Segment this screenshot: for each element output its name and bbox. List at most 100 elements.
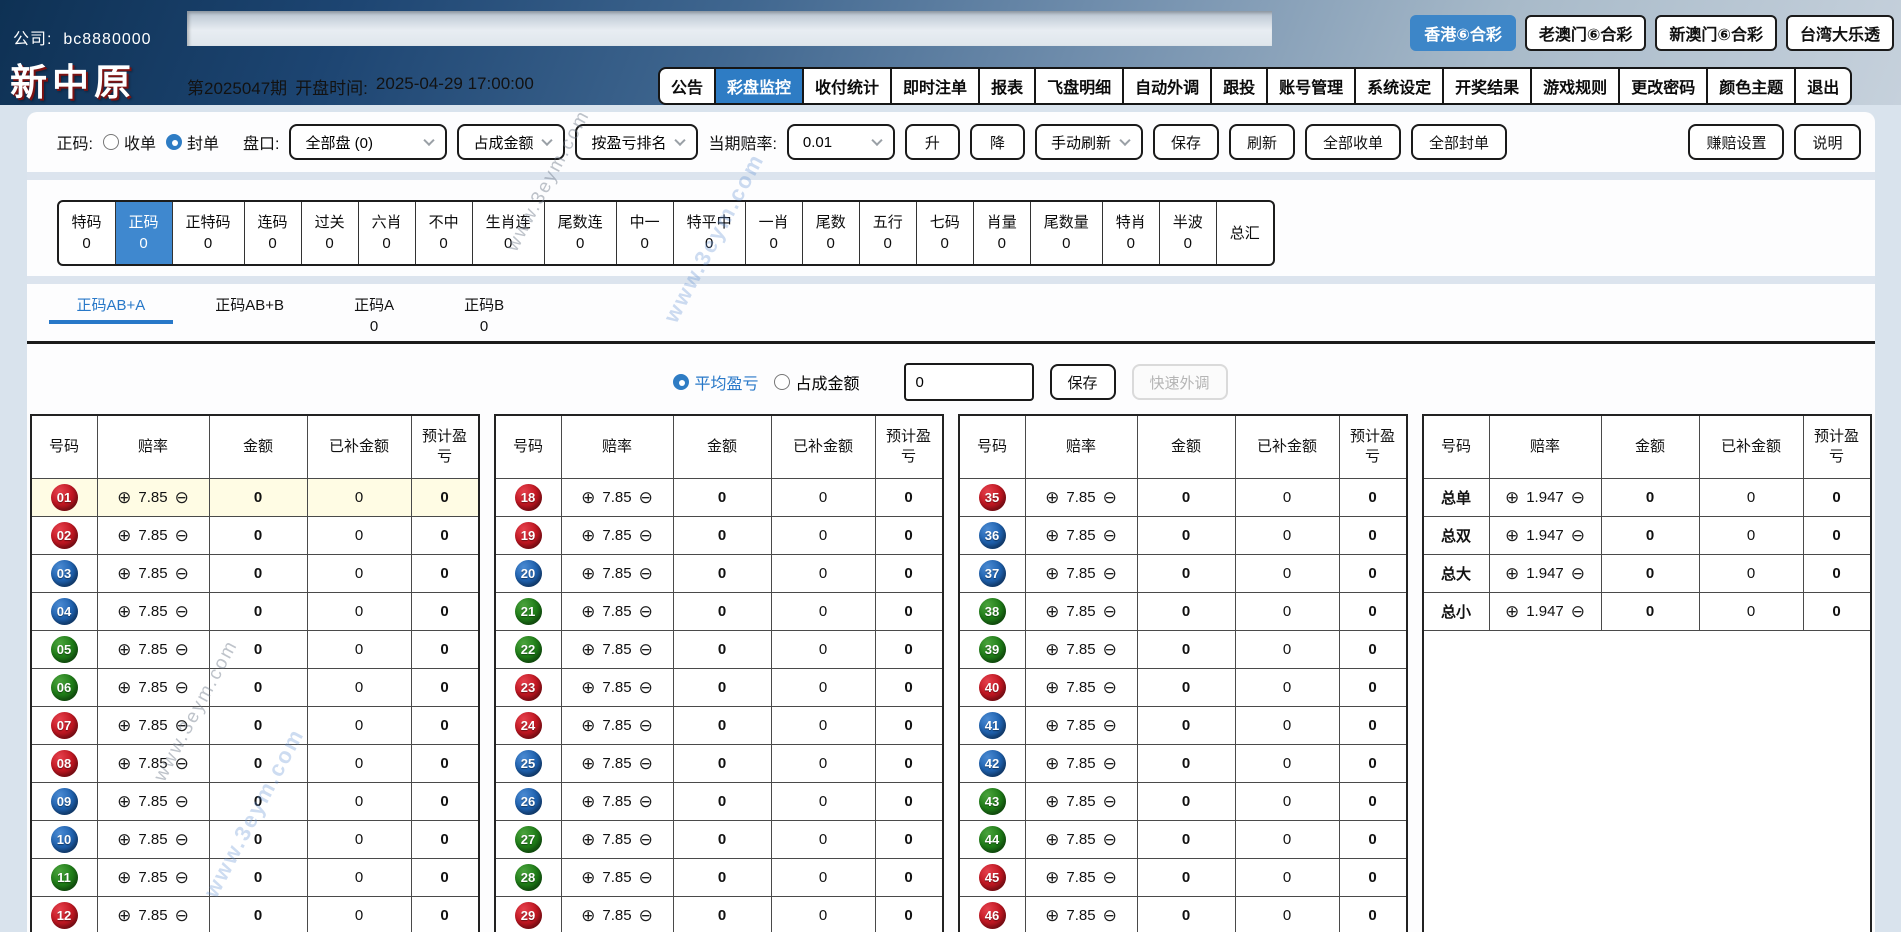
table-row[interactable]: 10 ⊕ 7.85 ⊖ 0 0 0 xyxy=(31,821,478,859)
game-tab[interactable]: 一肖 0 xyxy=(746,202,803,264)
radio-seal[interactable]: 封单 xyxy=(165,130,219,154)
plus-icon[interactable]: ⊕ xyxy=(1045,793,1059,810)
game-tab[interactable]: 七码 0 xyxy=(917,202,974,264)
plus-icon[interactable]: ⊕ xyxy=(581,717,595,734)
plus-icon[interactable]: ⊕ xyxy=(1045,489,1059,506)
plus-icon[interactable]: ⊕ xyxy=(581,641,595,658)
nav-item[interactable]: 彩盘监控 xyxy=(716,69,805,103)
plus-icon[interactable]: ⊕ xyxy=(581,907,595,924)
plus-icon[interactable]: ⊕ xyxy=(117,907,131,924)
minus-icon[interactable]: ⊖ xyxy=(175,869,189,886)
radio-checked-icon[interactable] xyxy=(673,374,690,390)
game-tab[interactable]: 尾数 0 xyxy=(803,202,860,264)
minus-icon[interactable]: ⊖ xyxy=(175,717,189,734)
adjust-amount-input[interactable] xyxy=(903,363,1034,401)
table-row[interactable]: 总大 ⊕ 1.947 ⊖ 0 0 0 xyxy=(1423,555,1870,593)
minus-icon[interactable]: ⊖ xyxy=(175,907,189,924)
minus-icon[interactable]: ⊖ xyxy=(175,793,189,810)
minus-icon[interactable]: ⊖ xyxy=(639,717,653,734)
table-row[interactable]: 03 ⊕ 7.85 ⊖ 0 0 0 xyxy=(31,555,478,593)
nav-item[interactable]: 退出 xyxy=(1796,69,1850,103)
table-row[interactable]: 05 ⊕ 7.85 ⊖ 0 0 0 xyxy=(31,631,478,669)
plus-icon[interactable]: ⊕ xyxy=(581,755,595,772)
table-row[interactable]: 44 ⊕ 7.85 ⊖ 0 0 0 xyxy=(959,821,1406,859)
radio-circle-icon[interactable] xyxy=(102,134,119,150)
table-row[interactable]: 26 ⊕ 7.85 ⊖ 0 0 0 xyxy=(495,783,942,821)
plus-icon[interactable]: ⊕ xyxy=(1045,603,1059,620)
game-tab[interactable]: 尾数连 0 xyxy=(545,202,617,264)
game-tab[interactable]: 特码 0 xyxy=(59,202,116,264)
minus-icon[interactable]: ⊖ xyxy=(175,489,189,506)
radio-receive[interactable]: 收单 xyxy=(102,130,156,154)
plus-icon[interactable]: ⊕ xyxy=(1505,489,1519,506)
table-row[interactable]: 40 ⊕ 7.85 ⊖ 0 0 0 xyxy=(959,669,1406,707)
table-row[interactable]: 06 ⊕ 7.85 ⊖ 0 0 0 xyxy=(31,669,478,707)
game-tab[interactable]: 正码 0 xyxy=(115,202,173,264)
minus-icon[interactable]: ⊖ xyxy=(1571,527,1585,544)
plus-icon[interactable]: ⊕ xyxy=(117,717,131,734)
minus-icon[interactable]: ⊖ xyxy=(1103,603,1117,620)
table-row[interactable]: 23 ⊕ 7.85 ⊖ 0 0 0 xyxy=(495,669,942,707)
plus-icon[interactable]: ⊕ xyxy=(117,831,131,848)
table-row[interactable]: 35 ⊕ 7.85 ⊖ 0 0 0 xyxy=(959,479,1406,517)
table-row[interactable]: 46 ⊕ 7.85 ⊖ 0 0 0 xyxy=(960,897,1406,932)
minus-icon[interactable]: ⊖ xyxy=(639,641,653,658)
adjust-save-button[interactable]: 保存 xyxy=(1049,364,1116,400)
plus-icon[interactable]: ⊕ xyxy=(117,679,131,696)
plus-icon[interactable]: ⊕ xyxy=(581,679,595,696)
help-button[interactable]: 说明 xyxy=(1794,124,1861,160)
minus-icon[interactable]: ⊖ xyxy=(639,565,653,582)
nav-item[interactable]: 收付统计 xyxy=(804,69,893,103)
minus-icon[interactable]: ⊖ xyxy=(175,831,189,848)
plus-icon[interactable]: ⊕ xyxy=(581,489,595,506)
table-row[interactable]: 01 ⊕ 7.85 ⊖ 0 0 0 xyxy=(31,479,478,517)
nav-item[interactable]: 跟投 xyxy=(1212,69,1269,103)
table-row[interactable]: 09 ⊕ 7.85 ⊖ 0 0 0 xyxy=(31,783,478,821)
minus-icon[interactable]: ⊖ xyxy=(639,755,653,772)
table-row[interactable]: 04 ⊕ 7.85 ⊖ 0 0 0 xyxy=(31,593,478,631)
nav-item[interactable]: 更改密码 xyxy=(1620,69,1709,103)
plus-icon[interactable]: ⊕ xyxy=(117,869,131,886)
minus-icon[interactable]: ⊖ xyxy=(639,869,653,886)
game-tab[interactable]: 半波 0 xyxy=(1160,202,1217,264)
table-row[interactable]: 总单 ⊕ 1.947 ⊖ 0 0 0 xyxy=(1423,479,1870,517)
lottery-tab[interactable]: 新澳门⑥合彩 xyxy=(1655,15,1777,51)
game-tab[interactable]: 不中 0 xyxy=(416,202,473,264)
odds-up-button[interactable]: 升 xyxy=(904,124,960,160)
table-row[interactable]: 36 ⊕ 7.85 ⊖ 0 0 0 xyxy=(959,517,1406,555)
nav-item[interactable]: 报表 xyxy=(980,69,1037,103)
plus-icon[interactable]: ⊕ xyxy=(1045,527,1059,544)
nav-item[interactable]: 系统设定 xyxy=(1356,69,1445,103)
table-row[interactable]: 29 ⊕ 7.85 ⊖ 0 0 0 xyxy=(496,897,942,932)
profit-settings-button[interactable]: 赚赔设置 xyxy=(1688,124,1785,160)
minus-icon[interactable]: ⊖ xyxy=(175,527,189,544)
radio-ratio-amount[interactable]: 占成金额 xyxy=(774,370,860,394)
seal-all-button[interactable]: 全部封单 xyxy=(1411,124,1508,160)
game-tab[interactable]: 特肖 0 xyxy=(1103,202,1160,264)
minus-icon[interactable]: ⊖ xyxy=(1103,869,1117,886)
plus-icon[interactable]: ⊕ xyxy=(1045,869,1059,886)
table-row[interactable]: 41 ⊕ 7.85 ⊖ 0 0 0 xyxy=(959,707,1406,745)
plus-icon[interactable]: ⊕ xyxy=(1045,717,1059,734)
plus-icon[interactable]: ⊕ xyxy=(1045,641,1059,658)
refresh-button[interactable]: 刷新 xyxy=(1228,124,1295,160)
lottery-tab[interactable]: 老澳门⑥合彩 xyxy=(1524,15,1647,51)
radio-average-profit[interactable]: 平均盈亏 xyxy=(673,370,758,394)
sub-tab[interactable]: 正码AB+A xyxy=(48,290,174,324)
table-row[interactable]: 42 ⊕ 7.85 ⊖ 0 0 0 xyxy=(959,745,1406,783)
table-row[interactable]: 43 ⊕ 7.85 ⊖ 0 0 0 xyxy=(959,783,1406,821)
quick-adjust-button[interactable]: 快速外调 xyxy=(1131,364,1228,400)
plus-icon[interactable]: ⊕ xyxy=(117,755,131,772)
minus-icon[interactable]: ⊖ xyxy=(639,679,653,696)
minus-icon[interactable]: ⊖ xyxy=(175,679,189,696)
nav-item[interactable]: 账号管理 xyxy=(1268,69,1357,103)
minus-icon[interactable]: ⊖ xyxy=(1103,907,1117,924)
minus-icon[interactable]: ⊖ xyxy=(1103,679,1117,696)
minus-icon[interactable]: ⊖ xyxy=(639,489,653,506)
rank-select[interactable]: 按盈亏排名 xyxy=(575,124,699,160)
nav-item[interactable]: 自动外调 xyxy=(1124,69,1213,103)
table-row[interactable]: 28 ⊕ 7.85 ⊖ 0 0 0 xyxy=(495,859,942,897)
table-row[interactable]: 18 ⊕ 7.85 ⊖ 0 0 0 xyxy=(495,479,942,517)
radio-circle-icon[interactable] xyxy=(774,374,791,390)
minus-icon[interactable]: ⊖ xyxy=(639,831,653,848)
